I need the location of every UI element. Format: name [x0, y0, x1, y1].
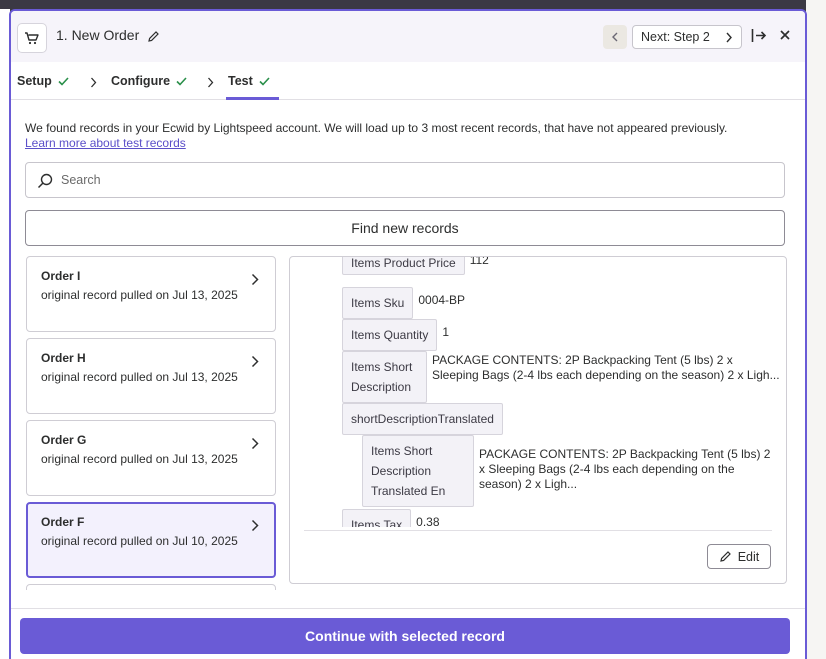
- record-card[interactable]: [26, 584, 276, 590]
- field-value: 112: [469, 257, 489, 267]
- search-input[interactable]: [61, 173, 761, 187]
- field-row-nested: Items Short Description Translated En PA…: [362, 435, 779, 507]
- panel-header: 1. New Order Next: Step 2: [11, 11, 805, 62]
- search-box: [25, 162, 785, 198]
- check-icon: [176, 76, 187, 86]
- field-value: 0.38: [416, 515, 440, 527]
- check-icon: [58, 76, 69, 86]
- chevron-left-icon: [612, 32, 618, 42]
- chevron-right-icon: [208, 77, 214, 88]
- rename-pencil-icon[interactable]: [147, 30, 160, 43]
- close-icon[interactable]: [779, 29, 791, 41]
- edit-label: Edit: [737, 549, 760, 564]
- field-key: Items Short Description Translated En: [362, 435, 474, 507]
- chevron-right-icon: [251, 273, 259, 286]
- check-icon: [259, 76, 270, 86]
- record-name: Order H: [41, 351, 86, 365]
- step-panel: 1. New Order Next: Step 2 Setup Configur…: [9, 9, 807, 659]
- search-icon: [37, 173, 53, 189]
- field-row: Items Product Price 112: [342, 257, 489, 275]
- backdrop-right: [806, 0, 826, 659]
- record-fields[interactable]: Items Product Price 112 Items Sku 0004-B…: [290, 257, 786, 527]
- tab-configure[interactable]: Configure: [111, 74, 187, 88]
- record-card[interactable]: Order I original record pulled on Jul 13…: [26, 256, 276, 332]
- field-row: shortDescriptionTranslated: [342, 403, 503, 435]
- intro-message: We found records in your Ecwid by Lights…: [25, 121, 728, 135]
- field-row: Items Tax 0.38: [342, 509, 440, 527]
- record-card[interactable]: Order G original record pulled on Jul 13…: [26, 420, 276, 496]
- field-value: PACKAGE CONTENTS: 2P Backpacking Tent (5…: [479, 447, 771, 491]
- record-name: Order I: [41, 269, 81, 283]
- record-description: original record pulled on Jul 10, 2025: [41, 534, 238, 548]
- chevron-right-icon: [251, 519, 259, 532]
- chevron-right-icon: [726, 32, 732, 43]
- field-row: Items Sku 0004-BP: [342, 287, 465, 319]
- record-name: Order F: [41, 515, 85, 529]
- continue-with-selected-record-button[interactable]: Continue with selected record: [20, 618, 790, 654]
- field-key: Items Product Price: [342, 257, 465, 275]
- field-key: Items Sku: [342, 287, 414, 319]
- record-description: original record pulled on Jul 13, 2025: [41, 370, 238, 384]
- record-description: original record pulled on Jul 13, 2025: [41, 288, 238, 302]
- step-tabs: Setup Configure Test: [11, 62, 805, 100]
- field-value: 1: [442, 325, 450, 339]
- detail-divider: [304, 530, 772, 531]
- intro-text: We found records in your Ecwid by Lights…: [25, 121, 795, 151]
- records-list: Order I original record pulled on Jul 13…: [25, 256, 277, 590]
- field-row: Items Quantity 1: [342, 319, 449, 351]
- chevron-right-icon: [251, 355, 259, 368]
- edit-button[interactable]: Edit: [707, 544, 771, 569]
- chevron-right-icon: [251, 437, 259, 450]
- tab-test-label: Test: [228, 74, 253, 88]
- panel-footer: Continue with selected record: [11, 608, 805, 659]
- find-new-records-button[interactable]: Find new records: [25, 210, 785, 246]
- app-icon: [17, 23, 47, 53]
- expand-panel-icon[interactable]: [751, 28, 767, 43]
- backdrop-top: [0, 0, 826, 9]
- next-step-button[interactable]: Next: Step 2: [632, 25, 742, 49]
- field-value: 0004-BP: [418, 293, 466, 307]
- tab-configure-label: Configure: [111, 74, 171, 88]
- record-description: original record pulled on Jul 13, 2025: [41, 452, 238, 466]
- field-value: PACKAGE CONTENTS: 2P Backpacking Tent (5…: [432, 353, 780, 382]
- next-step-label: Next: Step 2: [641, 30, 710, 44]
- tab-setup-label: Setup: [17, 74, 52, 88]
- record-name: Order G: [41, 433, 87, 447]
- previous-step-button[interactable]: [603, 25, 627, 49]
- field-key: Items Tax: [342, 509, 412, 527]
- field-key: Items Quantity: [342, 319, 438, 351]
- tab-setup[interactable]: Setup: [17, 74, 69, 88]
- chevron-right-icon: [91, 77, 97, 88]
- record-card-selected[interactable]: Order F original record pulled on Jul 10…: [26, 502, 276, 578]
- field-key: shortDescriptionTranslated: [342, 403, 503, 435]
- test-step-body: We found records in your Ecwid by Lights…: [11, 100, 805, 610]
- pencil-icon: [719, 551, 731, 562]
- cart-icon: [25, 32, 39, 45]
- field-row: Items Short Description PACKAGE CONTENTS…: [342, 351, 780, 403]
- record-detail-panel: Items Product Price 112 Items Sku 0004-B…: [289, 256, 787, 584]
- learn-more-link[interactable]: Learn more about test records: [25, 136, 186, 150]
- step-title: 1. New Order: [56, 27, 140, 43]
- record-card[interactable]: Order H original record pulled on Jul 13…: [26, 338, 276, 414]
- tab-test[interactable]: Test: [228, 74, 270, 88]
- field-key: Items Short Description: [342, 351, 427, 403]
